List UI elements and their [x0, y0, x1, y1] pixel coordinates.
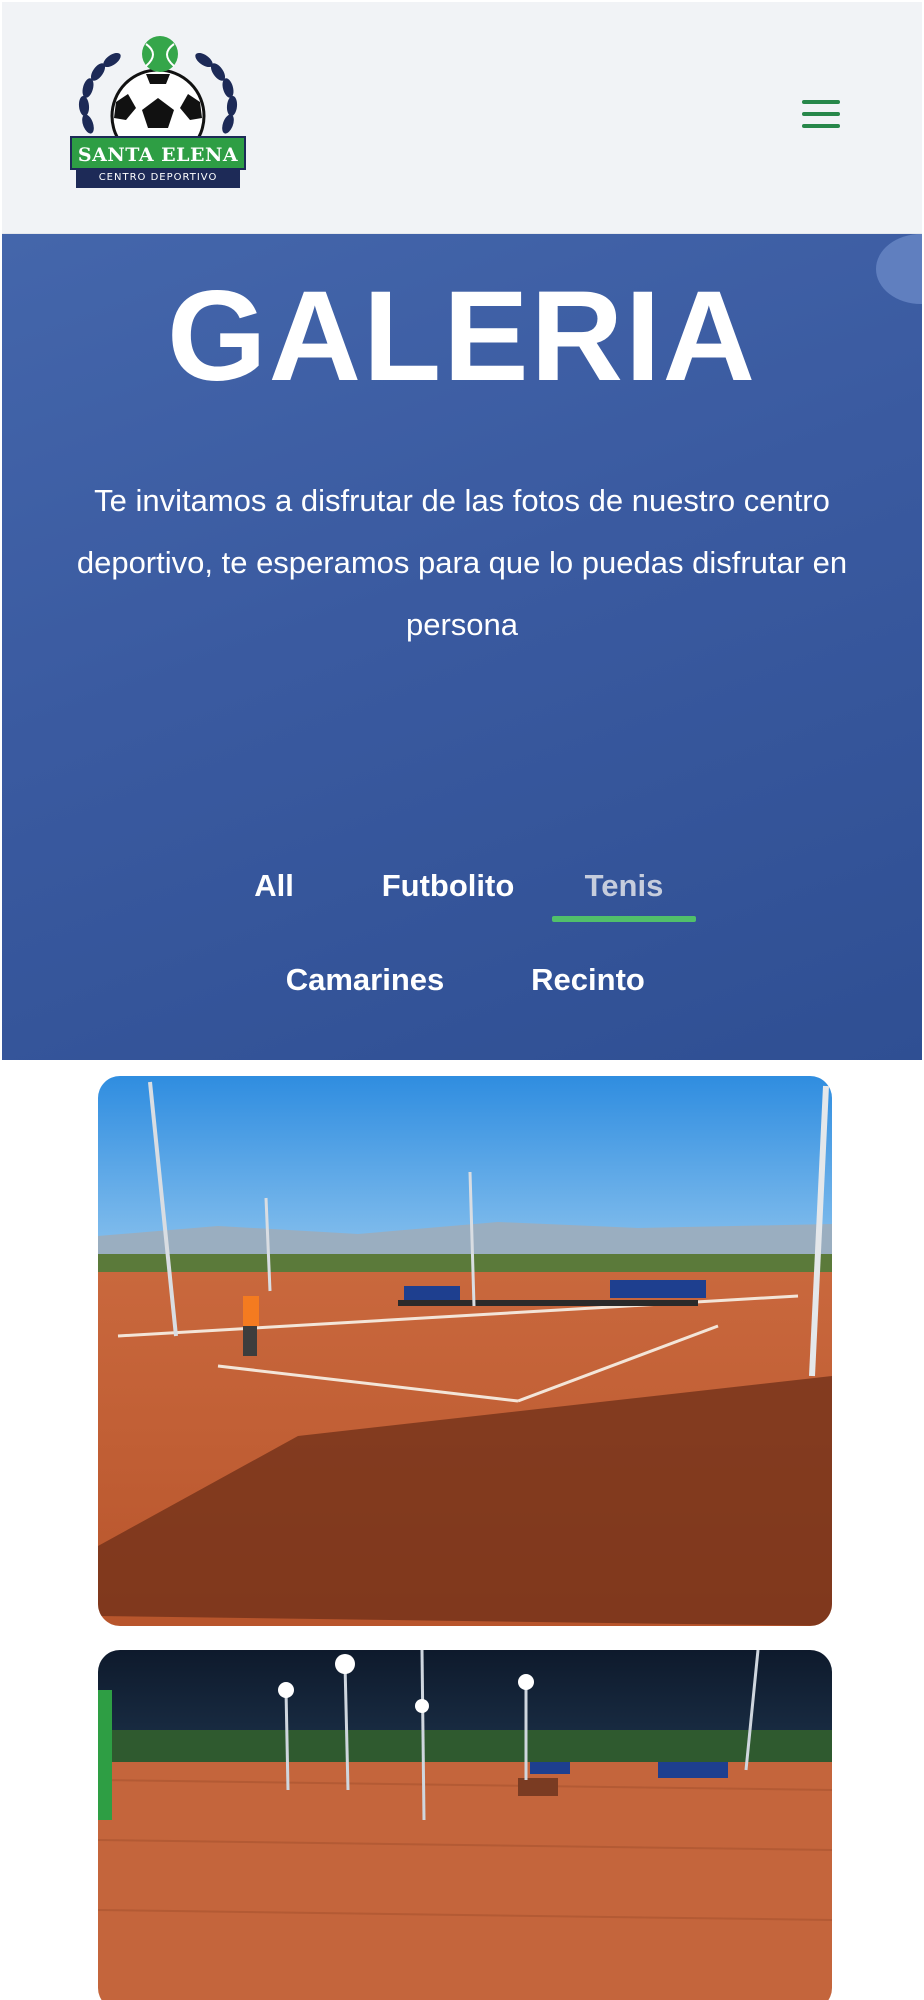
page-title: GALERIA: [167, 265, 757, 408]
tab-camarines[interactable]: Camarines: [270, 960, 460, 1000]
gallery-filter-tabs: All Futbolito Tenis Camarines Recinto: [2, 846, 922, 1026]
brand-subtitle: CENTRO DEPORTIVO: [76, 168, 240, 188]
gallery-photo-tennis-night[interactable]: [98, 1650, 832, 2000]
photo-gallery: [2, 1060, 922, 2000]
tab-tenis[interactable]: Tenis: [562, 866, 686, 906]
brand-name: SANTA ELENA: [70, 136, 246, 170]
gallery-photo-tennis-day[interactable]: [98, 1076, 832, 1626]
soccer-ball-laurel-icon: [78, 36, 238, 164]
santa-elena-logo[interactable]: SANTA ELENA CENTRO DEPORTIVO: [66, 32, 250, 196]
top-navbar: SANTA ELENA CENTRO DEPORTIVO: [2, 2, 922, 234]
gallery-hero: GALERIA Te invitamos a disfrutar de las …: [2, 234, 922, 1060]
tab-all[interactable]: All: [234, 866, 314, 906]
tab-futbolito[interactable]: Futbolito: [358, 866, 538, 906]
hamburger-menu-icon[interactable]: [802, 100, 842, 134]
tab-recinto[interactable]: Recinto: [518, 960, 658, 1000]
hero-description: Te invitamos a disfrutar de las fotos de…: [76, 483, 848, 642]
page: SANTA ELENA CENTRO DEPORTIVO GALERIA Te …: [2, 2, 922, 2000]
active-tab-indicator: [552, 916, 696, 922]
